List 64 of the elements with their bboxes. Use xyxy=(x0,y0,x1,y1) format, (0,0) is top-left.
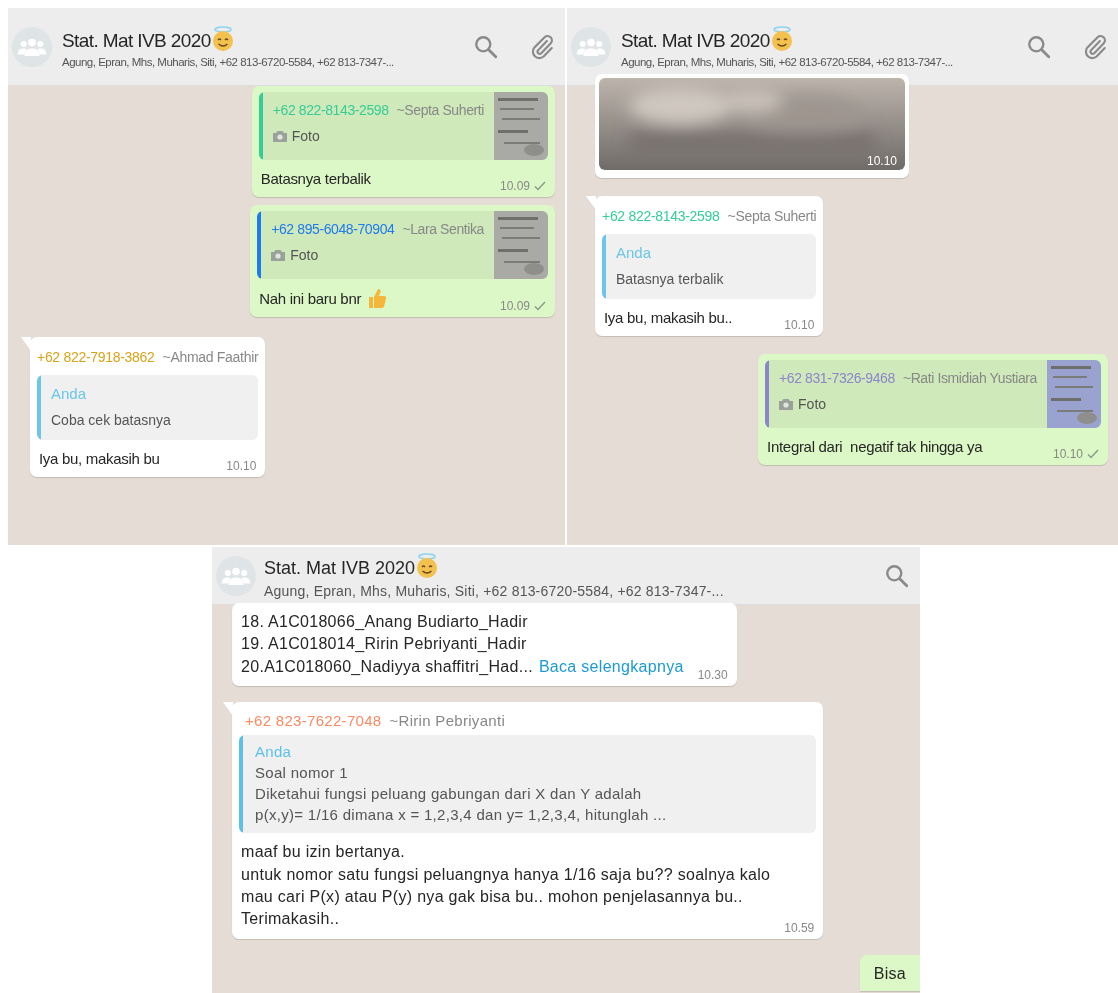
chat-members: Agung, Epran, Mhs, Muharis, Siti, +62 813-6720-5584, +62 813-7347-... xyxy=(62,55,394,68)
message-text: 18. A1C018066_Anang Budiarto_Hadir 19. A1C018014_Ririn Pebriyanti_Hadir 20.A1C018060_Nadiyya shaffitri_Had... xyxy=(241,612,533,677)
quoted-message[interactable]: +62 822-8143-2598 ~Septa Suherti Foto xyxy=(258,92,548,160)
sender-name: ~Ahmad Faathir xyxy=(162,349,259,365)
quoted-caption: Foto xyxy=(290,247,319,263)
quoted-name: ~Septa Suherti xyxy=(396,102,484,118)
paperclip-icon[interactable] xyxy=(1082,33,1108,60)
quoted-caption: Foto xyxy=(798,396,827,412)
quoted-message[interactable]: +62 895-6048-70904 ~Lara Sentika Foto xyxy=(257,211,548,279)
message-text: maaf bu izin bertanya. untuk nomor satu fungsi peluangnya hanya 1/16 saja bu?? soalnya kalo mau cari P(x) atau P(y) nya gak bisa bu.. mohon penjelasannya bu.. Terimakasih.. xyxy=(241,842,771,930)
quoted-text: Batasnya terbalik xyxy=(616,271,725,287)
quoted-message[interactable]: Anda Batasnya terbalik xyxy=(602,234,817,299)
search-icon[interactable] xyxy=(884,562,910,589)
search-icon[interactable] xyxy=(473,33,499,60)
camera-icon xyxy=(271,249,286,261)
quoted-text: Diketahui fungsi peluang gabungan dari X dan Y adalah xyxy=(255,785,643,803)
quoted-name: ~Rati Ismidiah Yustiara xyxy=(902,370,1037,386)
quoted-message[interactable]: +62 831-7326-9468 ~Rati Ismidiah Yustiara Foto xyxy=(765,360,1101,428)
read-more-link[interactable]: Baca selengkapnya xyxy=(538,655,684,679)
message-time: 10.30 xyxy=(697,668,728,683)
paperclip-icon[interactable] xyxy=(529,33,555,60)
quoted-message[interactable]: Anda Soal nomor 1 Diketahui fungsi peluang gabungan dari X dan Y adalah p(x,y)= 1/16 dimana x = 1,2,3,4 dan y= 1,2,3,4, hitunglah ... xyxy=(239,735,817,834)
smiling-face-icon xyxy=(210,25,235,52)
message-time: 10.10 xyxy=(866,154,897,168)
quoted-text: Coba cek batasnya xyxy=(51,412,172,428)
sender-name: ~Ririn Pebriyanti xyxy=(389,712,506,730)
sender-name: ~Septa Suherti xyxy=(727,208,817,224)
quoted-author: Anda xyxy=(616,244,653,261)
quoted-phone: +62 895-6048-70904 xyxy=(271,221,395,237)
quoted-text: Soal nomor 1 xyxy=(255,764,349,782)
message-text: Bisa xyxy=(873,963,906,984)
quoted-author: Anda xyxy=(255,743,293,761)
quoted-text: p(x,y)= 1/16 dimana x = 1,2,3,4 dan y= 1,2,3,4, hitunglah ... xyxy=(255,806,668,824)
message-time: 10.10 xyxy=(784,318,815,332)
message-time: 10.59 xyxy=(784,920,815,935)
message-time: 10.09 xyxy=(499,299,530,313)
quoted-phone: +62 831-7326-9468 xyxy=(779,370,895,386)
chat-title: Stat. Mat IVB 2020 xyxy=(264,557,416,579)
camera-icon xyxy=(272,130,287,142)
message-text: Batasnya terbalik xyxy=(260,169,371,189)
message-time: 10.10 xyxy=(226,459,257,473)
thumbs-up-icon xyxy=(367,287,388,309)
message-text: Nah ini baru bnr xyxy=(259,289,362,309)
message-text: Iya bu, makasih bu xyxy=(39,449,160,469)
chat-members: Agung, Epran, Mhs, Muharis, Siti, +62 813-6720-5584, +62 813-7347-... xyxy=(621,55,953,68)
chat-members: Agung, Epran, Mhs, Muharis, Siti, +62 813-6720-5584, +62 813-7347-... xyxy=(264,582,724,599)
check-icon xyxy=(534,181,546,191)
search-icon[interactable] xyxy=(1026,33,1052,60)
message-text: Integral dari negatif tak hingga ya xyxy=(767,437,983,457)
quoted-author: Anda xyxy=(51,385,88,402)
quoted-message[interactable]: Anda Coba cek batasnya xyxy=(37,375,259,440)
check-icon xyxy=(534,301,546,311)
message-text: Iya bu, makasih bu.. xyxy=(604,308,733,328)
check-icon xyxy=(1087,449,1099,459)
smiling-face-icon xyxy=(769,25,794,52)
chat-title: Stat. Mat IVB 2020 xyxy=(621,29,770,52)
smiling-face-icon xyxy=(415,552,440,579)
message-time: 10.10 xyxy=(1052,447,1083,461)
quoted-name: ~Lara Sentika xyxy=(402,221,484,237)
chat-title: Stat. Mat IVB 2020 xyxy=(62,29,211,52)
quoted-phone: +62 822-8143-2598 xyxy=(272,102,389,118)
camera-icon xyxy=(779,398,794,410)
message-time: 10.09 xyxy=(499,179,530,193)
quoted-caption: Foto xyxy=(291,128,320,144)
